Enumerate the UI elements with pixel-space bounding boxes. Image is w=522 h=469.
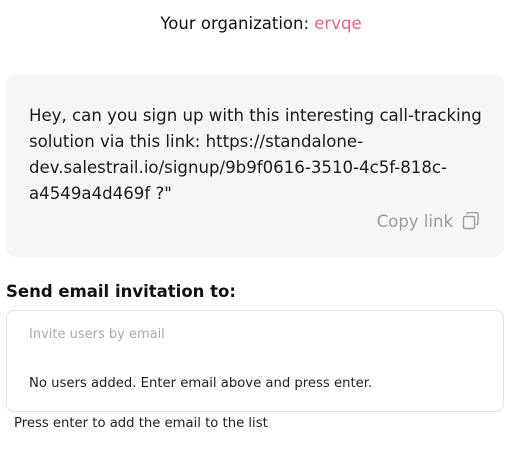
copy-icon: [462, 211, 480, 230]
share-link-card: Hey, can you sign up with this interesti…: [6, 74, 504, 257]
invite-users-panel: Your organization: ervqe Hey, can you si…: [0, 0, 522, 469]
copy-link-button[interactable]: Copy link: [377, 211, 480, 233]
organization-title: Your organization: ervqe: [0, 13, 522, 35]
no-users-message: No users added. Enter email above and pr…: [29, 376, 373, 391]
copy-link-label: Copy link: [376, 212, 453, 231]
organization-name: ervqe: [314, 14, 362, 33]
invite-helper-text: Press enter to add the email to the list: [14, 416, 268, 431]
email-invitation-title: Send email invitation to:: [6, 282, 236, 301]
invite-email-box: No users added. Enter email above and pr…: [6, 310, 504, 412]
organization-label: Your organization:: [160, 14, 315, 33]
invite-email-input[interactable]: [19, 322, 499, 346]
share-message: Hey, can you sign up with this interesti…: [29, 106, 482, 203]
